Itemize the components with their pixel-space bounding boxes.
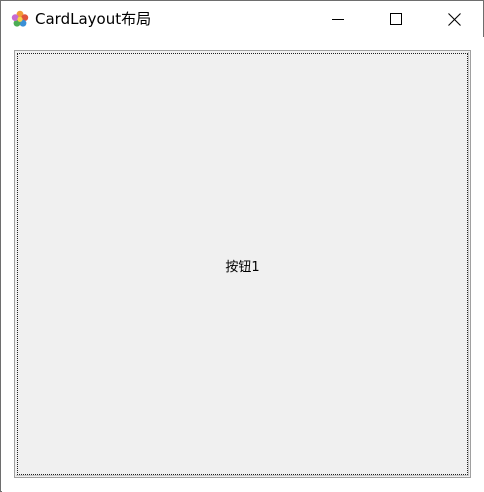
card-button-1[interactable]: 按钮1 [14, 50, 471, 478]
maximize-icon [390, 13, 402, 25]
minimize-icon [332, 19, 344, 20]
java-flower-icon [11, 10, 29, 27]
close-icon [447, 12, 461, 26]
app-window: CardLayout布局 按钮1 [0, 0, 484, 492]
minimize-button[interactable] [309, 1, 367, 37]
card-button-label: 按钮1 [225, 259, 260, 275]
maximize-button[interactable] [367, 1, 425, 37]
title-bar[interactable]: CardLayout布局 [1, 1, 483, 37]
card-layout-panel: 按钮1 [2, 37, 484, 492]
close-button[interactable] [425, 1, 483, 37]
window-title: CardLayout布局 [35, 10, 152, 28]
